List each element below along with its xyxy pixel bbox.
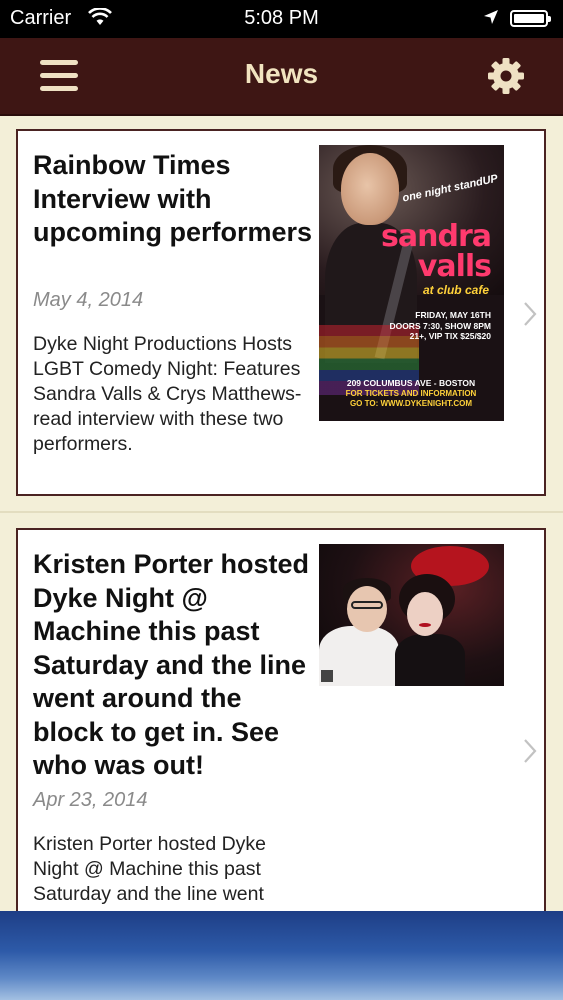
battery-icon — [510, 10, 551, 27]
glasses — [351, 601, 383, 609]
article-date: Apr 23, 2014 — [33, 789, 148, 811]
person-right-body — [395, 634, 465, 686]
navigation-bar: News — [0, 38, 563, 116]
poster-info-doors: DOORS 7:30, SHOW 8PM — [389, 320, 491, 331]
poster-name-last: valls — [417, 249, 492, 284]
article-card[interactable]: Kristen Porter hosted Dyke Night @ Machi… — [16, 528, 546, 948]
bottom-ad-banner[interactable] — [0, 911, 563, 1000]
list-separator — [0, 511, 563, 513]
article-summary: Kristen Porter hosted Dyke Night @ Machi… — [33, 833, 267, 905]
poster-ticket-note: FOR TICKETS AND INFORMATION — [345, 389, 477, 398]
page-title: News — [244, 58, 319, 89]
article-title: Rainbow Times Interview with upcoming pe… — [33, 150, 313, 247]
wifi-icon — [88, 8, 112, 25]
poster-url: GO TO: WWW.DYKENIGHT.COM — [349, 399, 473, 408]
article-date: May 4, 2014 — [33, 289, 144, 311]
article-thumbnail — [319, 544, 504, 686]
hamburger-menu-icon[interactable] — [40, 60, 78, 92]
poster-venue: at club cafe — [422, 283, 489, 297]
poster-event-info: FRIDAY, MAY 16TH DOORS 7:30, SHOW 8PM 21… — [359, 310, 491, 342]
carrier-label: Carrier — [10, 7, 72, 29]
person-right-face — [407, 592, 443, 636]
poster-info-tickets: 21+, VIP TIX $25/$20 — [409, 331, 491, 341]
poster-performer-face — [341, 153, 399, 225]
person-left-face — [347, 586, 387, 632]
article-thumbnail: one night standUP sandra valls at club c… — [319, 145, 504, 421]
article-summary: Dyke Night Productions Hosts LGBT Comedy… — [33, 333, 302, 455]
status-bar: Carrier 5:08 PM — [0, 0, 563, 38]
gear-icon[interactable] — [486, 56, 526, 96]
article-card[interactable]: Rainbow Times Interview with upcoming pe… — [16, 129, 546, 496]
poster-info-date: FRIDAY, MAY 16TH — [415, 310, 491, 320]
photo-watermark — [321, 670, 333, 682]
status-time: 5:08 PM — [244, 7, 319, 29]
chevron-right-icon — [524, 739, 537, 763]
poster-address: 209 COLUMBUS AVE - BOSTON — [346, 378, 476, 388]
article-title: Kristen Porter hosted Dyke Night @ Machi… — [33, 549, 310, 780]
person-right-lips — [419, 623, 431, 627]
location-arrow-icon — [484, 10, 498, 24]
chevron-right-icon — [524, 302, 537, 326]
